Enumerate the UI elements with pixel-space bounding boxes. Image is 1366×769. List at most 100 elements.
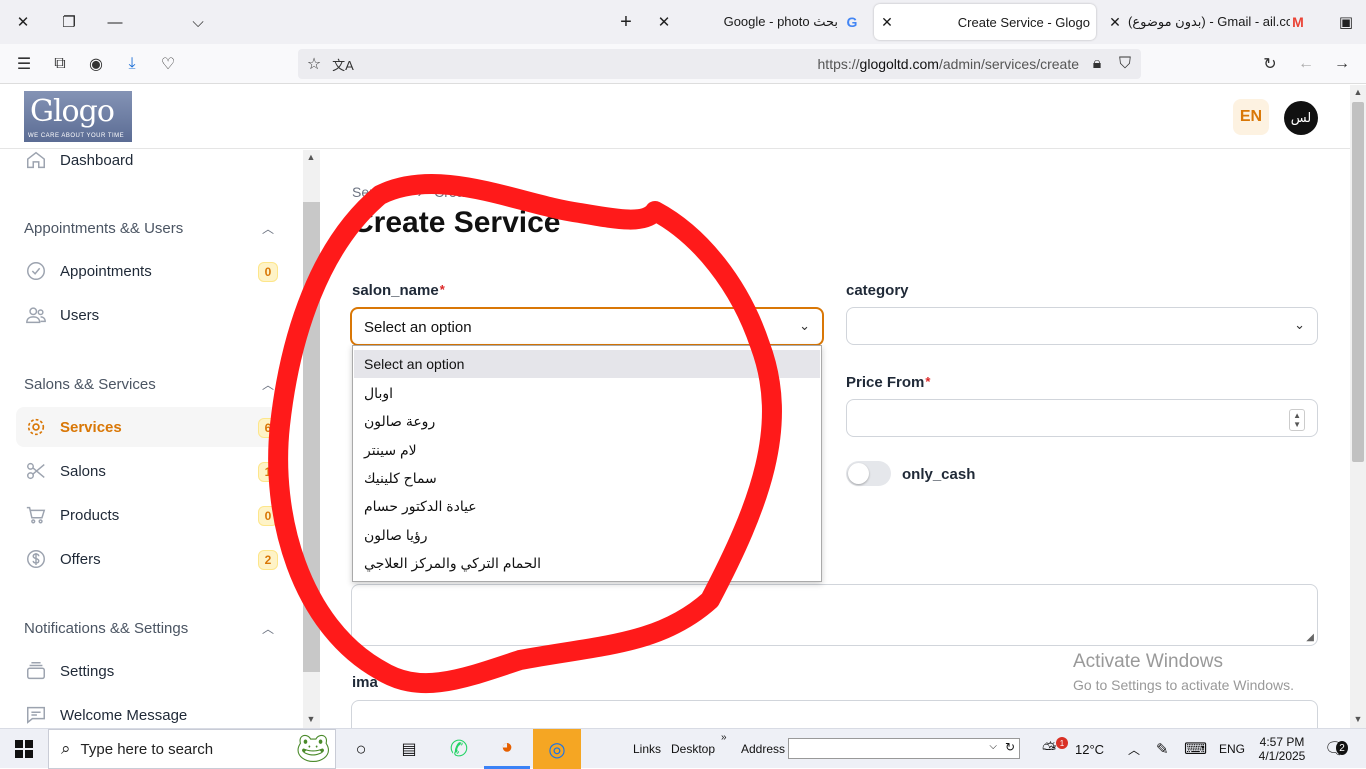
new-tab-icon[interactable]: + <box>614 10 638 34</box>
dropdown-option[interactable]: عيادة الدكتور حسام <box>354 492 820 520</box>
shield-icon[interactable]: ⛉ <box>1113 52 1137 76</box>
back-icon[interactable]: ← <box>1294 52 1318 76</box>
firefox-icon[interactable]: ◕ <box>484 729 530 769</box>
keyboard-icon[interactable]: ⌨ <box>1184 729 1207 769</box>
tab-google[interactable]: Google - photo بحث G <box>700 4 870 40</box>
menu-icon[interactable]: ☰ <box>12 52 36 76</box>
scrollbar-thumb[interactable] <box>1352 102 1364 462</box>
extensions-icon[interactable]: ⧉ <box>48 52 72 76</box>
sidebar-item-offers[interactable]: Offers 2 <box>16 539 286 579</box>
url-text[interactable]: https://glogoltd.com/admin/services/crea… <box>818 56 1079 72</box>
description-textarea[interactable]: ◢ <box>351 584 1318 646</box>
scroll-down-icon[interactable]: ▼ <box>303 714 319 728</box>
frog-illustration-icon: 🐸︎ <box>295 733 331 764</box>
close-window-icon[interactable]: ✕ <box>11 10 35 34</box>
task-view-icon[interactable]: ▤ <box>396 729 422 769</box>
category-select[interactable]: ⌄ <box>846 307 1318 345</box>
weather-icon[interactable]: ⛅︎ <box>1042 729 1056 769</box>
temperature-text[interactable]: 12°C <box>1075 729 1104 769</box>
sidebar-item-products[interactable]: Products 0 <box>16 495 286 535</box>
translate-icon[interactable]: 文A <box>331 52 355 76</box>
sidebar-group-notifications-settings[interactable]: Notifications && Settings ︿ <box>24 620 280 637</box>
users-icon <box>24 303 48 327</box>
chevron-down-icon[interactable]: ⌵ <box>989 741 997 752</box>
input-language[interactable]: ENG <box>1219 729 1245 769</box>
reload-icon[interactable]: ↻ <box>1258 52 1282 76</box>
clock[interactable]: 4:57 PM 4/1/2025 <box>1256 729 1308 769</box>
salon-name-value: Select an option <box>364 319 472 336</box>
cortana-icon[interactable]: ○ <box>348 729 374 769</box>
sidebar-item-salons[interactable]: Salons 1 <box>16 451 286 491</box>
dropdown-option[interactable]: روعة صالون <box>354 407 820 435</box>
page-scrollbar[interactable]: ▲ ▼ <box>1350 85 1366 728</box>
tab-manager-icon[interactable]: ▣ <box>1334 10 1358 34</box>
salon-name-label: salon_name* <box>352 282 445 299</box>
close-tab-icon[interactable]: ✕ <box>652 10 676 34</box>
bookmark-star-icon[interactable]: ☆ <box>302 52 326 76</box>
scrollbar-thumb[interactable] <box>303 202 320 672</box>
sidebar-item-label: Users <box>60 306 100 324</box>
sidebar-group-salons-services[interactable]: Salons && Services ︿ <box>24 376 280 393</box>
taskbar-address-input[interactable]: ⌵ ↻ <box>788 738 1020 759</box>
restore-window-icon[interactable]: ❐ <box>57 10 81 34</box>
scroll-up-icon[interactable]: ▲ <box>1350 87 1366 101</box>
gmail-icon: M <box>1292 14 1304 30</box>
avatar[interactable]: لس <box>1284 101 1318 135</box>
dropdown-option[interactable]: سماح كلينيك <box>354 464 820 492</box>
download-icon[interactable]: ⤓ <box>120 52 144 76</box>
close-tab-icon[interactable]: ✕ <box>874 14 900 31</box>
chevron-up-icon[interactable]: ︿ <box>1128 729 1140 769</box>
sidebar-item-services[interactable]: Services 6 <box>16 407 286 447</box>
sidebar-item-label: Dashboard <box>60 151 134 169</box>
scroll-up-icon[interactable]: ▲ <box>303 152 319 166</box>
pen-icon[interactable]: ✎ <box>1156 729 1169 769</box>
tab-list-chevron-icon[interactable]: ⌵ <box>186 10 210 34</box>
forward-icon[interactable]: → <box>1330 52 1354 76</box>
windows-start-icon[interactable] <box>10 729 38 769</box>
glogo-logo[interactable]: Glogo WE CARE ABOUT YOUR TIME <box>24 91 132 142</box>
dropdown-option[interactable]: لام سينتر <box>354 436 820 464</box>
dropdown-option[interactable]: رؤيا صالون <box>354 521 820 549</box>
resize-handle-icon[interactable]: ◢ <box>1306 632 1314 643</box>
sidebar-item-users[interactable]: Users <box>16 295 286 335</box>
breadcrumb-services[interactable]: Services <box>352 184 406 200</box>
sidebar-scrollbar[interactable]: ▲ ▼ <box>303 150 320 728</box>
tab-create-service[interactable]: ✕ Create Service - Glogo <box>874 4 1096 40</box>
dropdown-option[interactable]: الحمام التركي والمركز العلاجي <box>354 549 820 577</box>
dropdown-option[interactable]: اوبال <box>354 379 820 407</box>
sidebar-item-settings[interactable]: Settings <box>16 651 286 691</box>
chevron-up-icon[interactable]: ︿ <box>262 620 274 637</box>
account-icon[interactable]: ◉ <box>84 52 108 76</box>
chevron-up-icon[interactable]: ︿ <box>262 376 274 393</box>
image-input[interactable] <box>351 700 1318 728</box>
chevron-right-icon[interactable]: » <box>721 717 727 757</box>
only-cash-toggle[interactable] <box>846 461 891 486</box>
scroll-down-icon[interactable]: ▼ <box>1350 714 1366 728</box>
refresh-icon[interactable]: ↻ <box>1005 740 1015 754</box>
tab-gmail[interactable]: ✕ (بدون موضوع) - Gmail - ail.com M <box>1102 4 1316 40</box>
lock-icon[interactable]: 🔒︎ <box>1085 52 1109 76</box>
desktop-toolbar[interactable]: Desktop <box>671 729 715 769</box>
sidebar-item-label: Services <box>60 418 122 436</box>
dropdown-option[interactable]: Select an option <box>354 350 820 378</box>
pocket-icon[interactable]: ♡ <box>156 52 180 76</box>
sidebar-item-label: Appointments <box>60 262 152 280</box>
chevron-down-icon: ⌄ <box>799 318 810 333</box>
taskbar-search-input[interactable]: ⌕ Type here to search 🐸︎ <box>48 729 336 769</box>
address-bar[interactable]: ☆ 文A https://glogoltd.com/admin/services… <box>298 49 1141 79</box>
close-tab-icon[interactable]: ✕ <box>1102 14 1128 31</box>
chrome-icon[interactable]: ◎ <box>533 729 581 769</box>
sidebar-group-appointments-users[interactable]: Appointments && Users ︿ <box>24 220 280 237</box>
price-from-input[interactable]: ▲ ▼ <box>846 399 1318 437</box>
whatsapp-icon[interactable]: ✆ <box>444 729 474 769</box>
minimize-window-icon[interactable]: — <box>103 10 127 34</box>
salon-name-select[interactable]: Select an option ⌄ <box>350 307 824 346</box>
windows-taskbar: ⌕ Type here to search 🐸︎ ○ ▤ ✆ ◕ ◎ Links… <box>0 728 1366 769</box>
language-button[interactable]: EN <box>1233 99 1269 135</box>
links-toolbar[interactable]: Links <box>633 729 661 769</box>
sidebar-item-appointments[interactable]: Appointments 0 <box>16 251 286 291</box>
chevron-up-icon[interactable]: ︿ <box>262 220 274 237</box>
sidebar-item-dashboard[interactable]: Dashboard <box>16 140 286 180</box>
sidebar-item-welcome-message[interactable]: Welcome Message <box>16 695 286 728</box>
number-stepper-icon[interactable]: ▲ ▼ <box>1289 409 1305 431</box>
